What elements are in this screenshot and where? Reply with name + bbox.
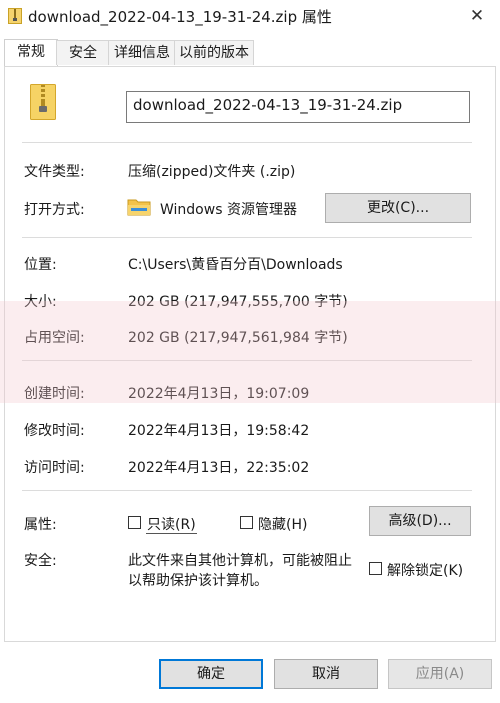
separator (22, 490, 472, 491)
overlay-band (0, 301, 500, 403)
separator (22, 142, 472, 143)
window-title: download_2022-04-13_19-31-24.zip 属性 (28, 8, 332, 26)
zip-folder-icon (8, 8, 22, 24)
close-button[interactable]: ✕ (462, 4, 492, 28)
file-type-label: 文件类型: (24, 164, 85, 180)
advanced-button-label: 高级(D)... (388, 513, 452, 529)
change-button[interactable]: 更改(C)... (325, 193, 471, 223)
unblock-label: 解除锁定(K) (387, 563, 464, 579)
attributes-label: 属性: (24, 517, 57, 533)
change-button-label: 更改(C)... (366, 200, 430, 216)
tab-general[interactable]: 常规 (4, 39, 58, 66)
file-name-input[interactable]: download_2022-04-13_19-31-24.zip (126, 91, 470, 123)
apply-button-label: 应用(A) (415, 666, 465, 682)
tab-details[interactable]: 详细信息 (108, 40, 176, 65)
readonly-label: 只读(R) (146, 514, 197, 534)
security-label: 安全: (24, 553, 57, 569)
ok-button[interactable]: 确定 (159, 659, 263, 689)
security-text-line1: 此文件来自其他计算机，可能被阻止 (128, 553, 352, 569)
modified-label: 修改时间: (24, 423, 85, 439)
hidden-label: 隐藏(H) (258, 517, 308, 533)
file-type-value: 压缩(zipped)文件夹 (.zip) (128, 164, 296, 180)
tab-strip: 常规 安全 详细信息 以前的版本 (0, 39, 500, 66)
advanced-button[interactable]: 高级(D)... (369, 506, 471, 536)
zip-file-icon (30, 84, 56, 120)
tab-security[interactable]: 安全 (56, 40, 110, 65)
tab-previous-versions[interactable]: 以前的版本 (174, 40, 254, 65)
hidden-checkbox[interactable] (240, 516, 253, 529)
open-with-value: Windows 资源管理器 (160, 202, 297, 218)
close-icon: ✕ (469, 6, 485, 26)
location-value: C:\Users\黄昏百分百\Downloads (128, 257, 343, 273)
file-explorer-icon (127, 199, 151, 216)
unblock-checkbox[interactable] (369, 562, 382, 575)
title-bar: download_2022-04-13_19-31-24.zip 属性 ✕ (0, 0, 500, 32)
accessed-value: 2022年4月13日，22:35:02 (128, 460, 310, 476)
apply-button[interactable]: 应用(A) (388, 659, 492, 689)
security-text-line2: 以帮助保护该计算机。 (128, 573, 268, 589)
readonly-checkbox[interactable] (128, 516, 141, 529)
open-with-label: 打开方式: (24, 202, 85, 218)
location-label: 位置: (24, 257, 57, 273)
cancel-button[interactable]: 取消 (274, 659, 378, 689)
accessed-label: 访问时间: (24, 460, 85, 476)
ok-button-label: 确定 (197, 666, 225, 682)
separator (22, 237, 472, 238)
modified-value: 2022年4月13日，19:58:42 (128, 423, 310, 439)
readonly-label-text: 只读(R) (146, 517, 197, 534)
cancel-button-label: 取消 (312, 666, 340, 682)
